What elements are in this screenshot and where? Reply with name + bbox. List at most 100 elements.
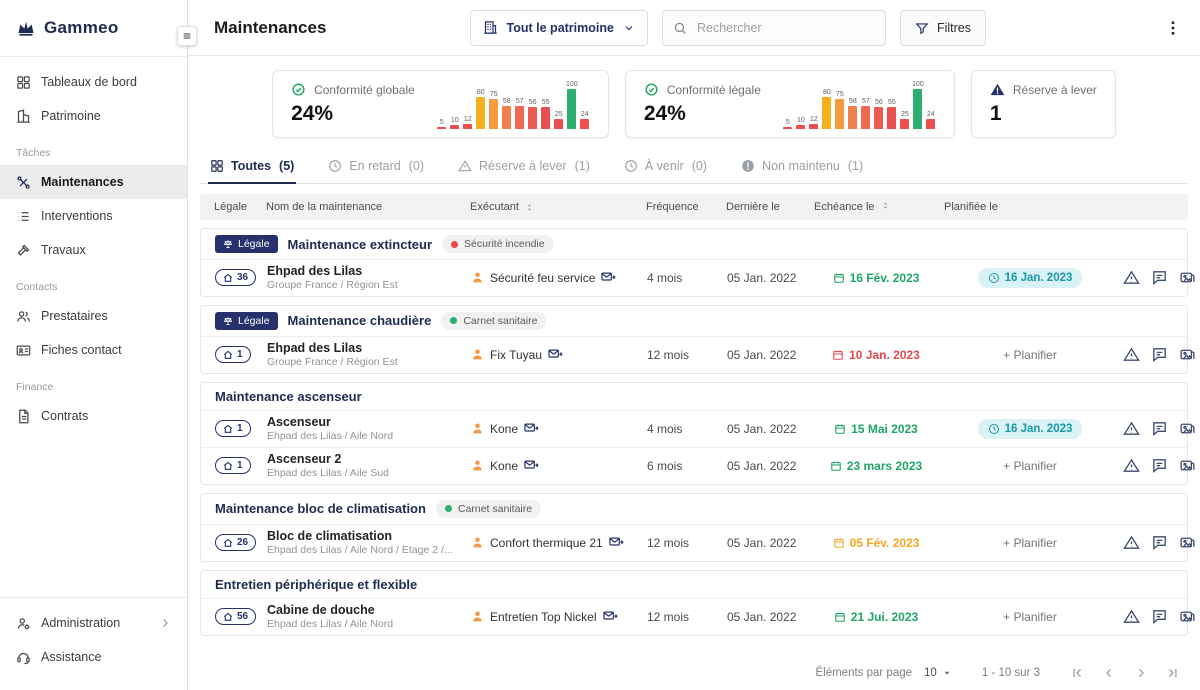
maintenance-row[interactable]: 1Ascenseur 2Ehpad des Lilas / Aile SudKo… [201,447,1187,484]
chart-bar: 12 [809,116,819,129]
photos-action-icon[interactable] [1179,420,1196,437]
tab-a-venir[interactable]: À venir(0) [622,150,709,184]
group-header: Entretien périphérique et flexible [201,571,1187,598]
alert-action-icon[interactable] [1123,457,1140,474]
sidebar-collapse-button[interactable] [177,26,197,46]
group-tag: Sécurité incendie [442,235,554,253]
sidebar-item-travaux[interactable]: Travaux [0,233,187,267]
send-mail-icon[interactable] [548,347,563,362]
maintenance-row[interactable]: 1AscenseurEhpad des Lilas / Aile NordKon… [201,410,1187,447]
sidebar-item-assistance[interactable]: Assistance [0,640,187,674]
chart-bar-rect [887,107,896,129]
alert-action-icon[interactable] [1123,269,1140,286]
conformity-global-bar-chart: 510128075585756552510024 [437,77,590,131]
sidebar-item-contrats[interactable]: Contrats [0,399,187,433]
chart-bar-label: 10 [451,117,459,124]
maintenance-name: Ascenseur [267,415,463,429]
maintenance-row[interactable]: 56Cabine de doucheEhpad des Lilas / Aile… [201,598,1187,635]
photos-action-icon[interactable] [1179,608,1196,625]
column-header-executant[interactable]: Exécutant [470,201,638,213]
photos-action-icon[interactable] [1179,269,1196,286]
per-page-select[interactable]: 10 [924,667,952,679]
scale-icon [223,239,233,249]
cell-legale: 1 [215,457,259,474]
planifier-link[interactable]: + Planifier [1003,536,1057,550]
alert-action-icon[interactable] [1123,420,1140,437]
sidebar-item-interventions[interactable]: Interventions [0,199,187,233]
sidebar-item-maintenances[interactable]: Maintenances [0,165,187,199]
app-root: Gammeo Tableaux de bordPatrimoineTâchesM… [0,0,1200,690]
sidebar-item-prestataires[interactable]: Prestataires [0,299,187,333]
alert-action-icon[interactable] [1123,346,1140,363]
executant-name: Kone [490,422,518,436]
alert-action-icon[interactable] [1123,608,1140,625]
row-actions [1123,343,1200,367]
photos-action-icon[interactable] [1179,457,1196,474]
send-mail-icon[interactable] [603,609,618,624]
chart-bar-label: 10 [797,117,805,124]
cell-planifiee: 16 Jan. 2023 [945,268,1115,288]
last-page-button[interactable] [1166,666,1180,680]
send-mail-icon[interactable] [601,270,616,285]
planifier-link[interactable]: + Planifier [1003,348,1057,362]
cell-frequence: 12 mois [647,348,719,362]
previous-page-button[interactable] [1102,666,1116,680]
calendar-icon [833,272,845,284]
chart-bar: 25 [900,111,910,129]
sidebar-item-label: Interventions [41,209,113,223]
comment-action-icon[interactable] [1151,269,1168,286]
send-mail-icon[interactable] [524,458,539,473]
comment-action-icon[interactable] [1151,534,1168,551]
building-icon [223,273,233,283]
cell-name: Ascenseur 2Ehpad des Lilas / Aile Sud [267,452,463,480]
logo[interactable]: Gammeo [0,0,187,56]
send-mail-icon[interactable] [524,421,539,436]
chart-bar-rect [822,97,831,129]
planned-date-chip[interactable]: 16 Jan. 2023 [978,419,1083,439]
planifier-link[interactable]: + Planifier [1003,459,1057,473]
building-icon [16,109,31,124]
tab-en-retard[interactable]: En retard(0) [326,150,426,184]
photos-action-icon[interactable] [1179,346,1196,363]
comment-action-icon[interactable] [1151,608,1168,625]
tab-reserve-a-lever[interactable]: Réserve à lever(1) [456,150,592,184]
sidebar-item-administration[interactable]: Administration [0,606,187,640]
comment-action-icon[interactable] [1151,457,1168,474]
chevron-right-icon [159,617,171,629]
comment-action-icon[interactable] [1151,420,1168,437]
tab-toutes[interactable]: Toutes(5) [208,150,296,184]
chart-bar-rect [437,127,446,129]
photos-action-icon[interactable] [1179,534,1196,551]
sidebar-item-tableaux-de-bord[interactable]: Tableaux de bord [0,65,187,99]
chart-bar-label: 75 [490,91,498,98]
grid-icon [210,159,224,173]
first-page-button[interactable] [1070,666,1084,680]
kebab-menu-button[interactable] [1164,19,1182,37]
planifier-link[interactable]: + Planifier [1003,610,1057,624]
kpi-card-conformite-legale: Conformité légale 24% 510128075585756552… [625,70,955,138]
chart-bar-rect [541,107,550,129]
tab-non-maintenu[interactable]: Non maintenu(1) [739,150,865,184]
chart-bar-rect [554,119,563,129]
warning-triangle-icon [990,82,1005,97]
comment-action-icon[interactable] [1151,346,1168,363]
maintenance-group: Maintenance ascenseur1AscenseurEhpad des… [200,382,1188,485]
alert-action-icon[interactable] [1123,534,1140,551]
maintenance-row[interactable]: 26Bloc de climatisationEhpad des Lilas /… [201,524,1187,561]
filters-button[interactable]: Filtres [900,10,986,46]
chart-bar: 57 [515,98,525,129]
maintenance-row[interactable]: 1Ehpad des LilasGroupe France / Région E… [201,336,1187,373]
search-input[interactable] [695,20,875,36]
group-title: Maintenance bloc de climatisation [215,501,426,516]
next-page-button[interactable] [1134,666,1148,680]
maintenance-row[interactable]: 36Ehpad des LilasGroupe France / Région … [201,259,1187,296]
chart-bar-label: 24 [581,111,589,118]
send-mail-icon[interactable] [609,535,624,550]
sidebar-item-patrimoine[interactable]: Patrimoine [0,99,187,133]
clock-icon [328,159,342,173]
planned-date-chip[interactable]: 16 Jan. 2023 [978,268,1083,288]
patrimoine-scope-select[interactable]: Tout le patrimoine [470,10,648,46]
column-header-echeance[interactable]: Echéance le [814,201,936,213]
sidebar-item-fiches-contact[interactable]: Fiches contact [0,333,187,367]
chart-bar-rect [528,107,537,129]
